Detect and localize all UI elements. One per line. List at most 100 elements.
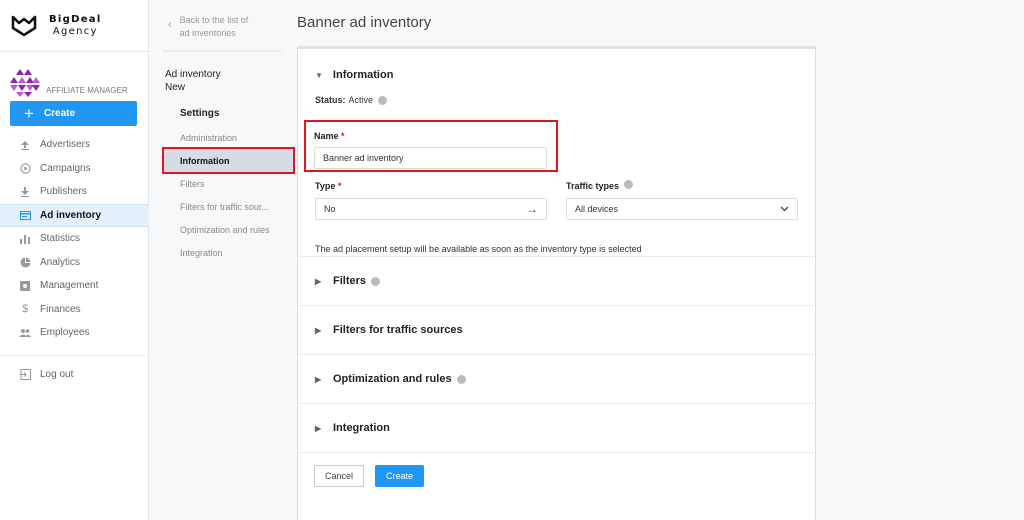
avatar[interactable] xyxy=(10,67,40,97)
create-button[interactable]: + Create xyxy=(10,101,137,126)
info-icon[interactable] xyxy=(456,374,466,384)
back-line2: ad inventories xyxy=(179,28,236,38)
bar-chart-icon xyxy=(19,233,31,245)
user-role: AFFILIATE MANAGER xyxy=(46,86,128,95)
dollar-icon: $ xyxy=(21,303,29,316)
section-title: Optimization and rules xyxy=(333,373,452,385)
information-header[interactable]: ▼ Information xyxy=(315,49,798,81)
required-mark: * xyxy=(337,181,342,191)
brand-logo-icon xyxy=(11,15,37,36)
settings-panel: ‹ Back to the list of ad inventories Ad … xyxy=(150,0,295,520)
sidebar-item-advertisers[interactable]: Advertisers xyxy=(0,133,149,157)
sidebar-item-statistics[interactable]: Statistics xyxy=(0,227,149,251)
sidebar-item-label: Publishers xyxy=(40,186,87,198)
play-circle-icon xyxy=(19,162,31,174)
settings-item-information[interactable]: Information xyxy=(162,147,295,174)
upload-icon xyxy=(19,139,31,151)
type-label-text: Type xyxy=(315,181,336,191)
ad-inventory-icon xyxy=(19,209,31,221)
name-label-text: Name xyxy=(314,131,339,141)
panel-title-line1: Ad inventory xyxy=(165,69,221,80)
plus-icon: + xyxy=(24,103,34,123)
submit-create-button[interactable]: Create xyxy=(375,465,424,487)
traffic-types-value: All devices xyxy=(575,204,619,214)
settings-box-icon xyxy=(19,280,31,292)
sidebar-item-ad-inventory[interactable]: Ad inventory xyxy=(0,203,149,227)
section-integration[interactable]: ▶ Integration xyxy=(298,404,815,453)
section-title: Integration xyxy=(333,422,390,434)
back-link-text: Back to the list of ad inventories xyxy=(180,14,249,50)
sidebar-item-label: Ad inventory xyxy=(40,209,102,221)
sidebar-item-label: Campaigns xyxy=(40,162,91,174)
type-selector[interactable]: No → xyxy=(315,198,547,220)
cancel-button[interactable]: Cancel xyxy=(314,465,364,487)
brand[interactable]: BigDeal Agency xyxy=(0,0,148,52)
settings-item-traffic-filters[interactable]: Filters for traffic sour... xyxy=(150,195,290,218)
required-mark: * xyxy=(341,131,345,141)
sidebar-item-management[interactable]: Management xyxy=(0,274,149,298)
info-icon[interactable] xyxy=(371,276,381,286)
people-icon xyxy=(19,327,31,339)
sidebar-item-label: Employees xyxy=(40,327,90,339)
caret-right-icon: ▶ xyxy=(315,276,322,286)
settings-item-filters[interactable]: Filters xyxy=(150,172,290,195)
name-field: Name * Banner ad inventory xyxy=(304,120,558,172)
name-input-value: Banner ad inventory xyxy=(323,153,404,163)
information-section: ▼ Information Status: Active Name * Bann… xyxy=(298,49,815,257)
pie-chart-icon xyxy=(19,256,31,268)
logout-icon xyxy=(19,368,31,380)
section-filters[interactable]: ▶ Filters xyxy=(298,257,815,306)
sidebar-item-label: Statistics xyxy=(40,233,81,245)
caret-right-icon: ▶ xyxy=(315,374,322,384)
sidebar-item-label: Analytics xyxy=(40,256,81,268)
sidebar-item-campaigns[interactable]: Campaigns xyxy=(0,157,149,181)
form-card: ▼ Information Status: Active Name * Bann… xyxy=(297,46,816,520)
brand-name: BigDeal Agency xyxy=(49,14,102,38)
info-icon[interactable] xyxy=(624,180,634,189)
sidebar-item-finances[interactable]: $ Finances xyxy=(0,298,149,322)
section-traffic-filters[interactable]: ▶ Filters for traffic sources xyxy=(298,306,815,355)
section-title: Filters xyxy=(333,275,367,287)
user-block: AFFILIATE MANAGER xyxy=(0,52,148,97)
settings-item-administration[interactable]: Administration xyxy=(150,126,290,149)
information-title: Information xyxy=(332,69,394,81)
status-row: Status: Active xyxy=(315,95,798,105)
chevron-left-icon: ‹ xyxy=(168,19,172,31)
nav-divider xyxy=(0,354,149,356)
sidebar-item-publishers[interactable]: Publishers xyxy=(0,180,149,204)
caret-right-icon: ▶ xyxy=(315,325,322,335)
back-link[interactable]: ‹ Back to the list of ad inventories xyxy=(150,0,290,50)
sidebar-item-label: Advertisers xyxy=(40,139,91,151)
brand-line1: BigDeal xyxy=(49,13,102,25)
traffic-types-field: Traffic types All devices xyxy=(566,176,798,220)
info-icon[interactable] xyxy=(378,95,388,105)
sidebar-item-employees[interactable]: Employees xyxy=(0,321,149,345)
traffic-types-select[interactable]: All devices xyxy=(566,198,798,220)
brand-line2: Agency xyxy=(52,25,98,37)
inventory-type-note: The ad placement setup will be available… xyxy=(315,244,642,254)
sidebar-item-label: Finances xyxy=(40,303,81,315)
settings-heading: Settings xyxy=(180,108,220,119)
sidebar-nav: Advertisers Campaigns Publishers Ad inve… xyxy=(0,133,149,386)
caret-down-icon: ▼ xyxy=(315,70,323,80)
type-field: Type * No → xyxy=(315,176,547,220)
name-label: Name * xyxy=(314,131,345,141)
logout-button[interactable]: Log out xyxy=(0,363,149,387)
sidebar: BigDeal Agency AFFILIATE MANAGER + Creat… xyxy=(0,0,149,520)
sidebar-item-label: Management xyxy=(40,280,99,292)
logout-label: Log out xyxy=(40,368,74,380)
section-optimization[interactable]: ▶ Optimization and rules xyxy=(298,355,815,404)
type-value: No xyxy=(324,204,336,214)
page-title: Banner ad inventory xyxy=(297,14,432,31)
name-input[interactable]: Banner ad inventory xyxy=(314,147,547,169)
settings-item-optimization[interactable]: Optimization and rules xyxy=(150,218,290,241)
create-button-label: Create xyxy=(43,108,76,119)
sidebar-item-analytics[interactable]: Analytics xyxy=(0,251,149,275)
back-line1: Back to the list of xyxy=(179,15,249,25)
settings-item-integration[interactable]: Integration xyxy=(150,241,290,264)
panel-title-line2: New xyxy=(165,82,186,93)
chevron-down-icon xyxy=(780,206,789,212)
arrow-right-icon: → xyxy=(526,202,538,216)
type-label: Type * xyxy=(315,181,341,191)
form-footer: Cancel Create xyxy=(298,453,815,487)
